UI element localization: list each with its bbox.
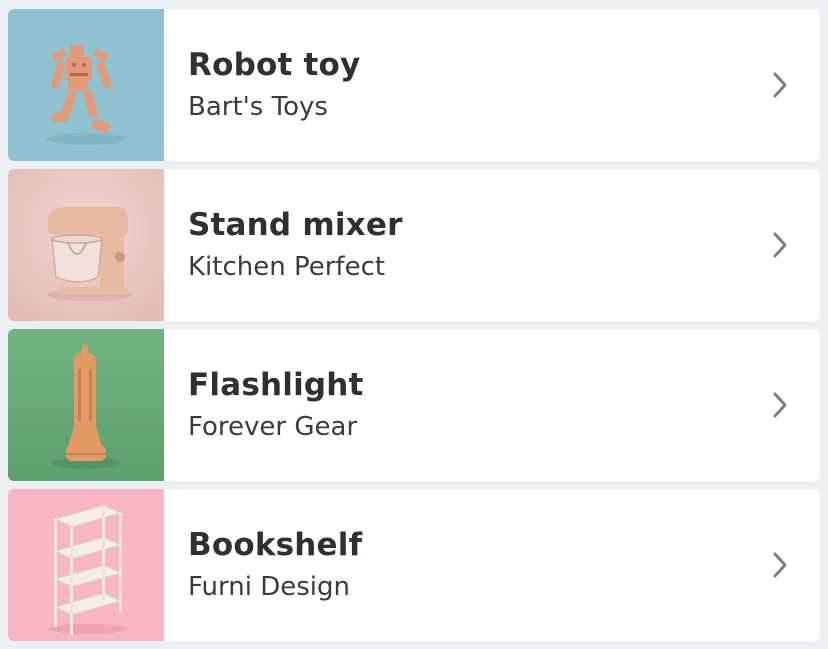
list-item-stand-mixer[interactable]: Stand mixer Kitchen Perfect — [8, 169, 820, 321]
item-text: Flashlight Forever Gear — [164, 366, 768, 444]
list-item-flashlight[interactable]: Flashlight Forever Gear — [8, 329, 820, 481]
stand-mixer-image — [8, 169, 164, 321]
robot-toy-image — [8, 9, 164, 161]
list-item-robot-toy[interactable]: Robot toy Bart's Toys — [8, 9, 820, 161]
item-vendor: Kitchen Perfect — [188, 252, 386, 282]
chevron-right-icon[interactable] — [768, 550, 792, 580]
item-text: Bookshelf Furni Design — [164, 526, 768, 604]
item-vendor: Bart's Toys — [188, 92, 328, 122]
bookshelf-image — [8, 489, 164, 641]
item-title: Robot toy — [188, 47, 361, 83]
list-item-bookshelf[interactable]: Bookshelf Furni Design — [8, 489, 820, 641]
item-vendor: Furni Design — [188, 572, 350, 602]
item-title: Stand mixer — [188, 207, 403, 243]
item-title: Bookshelf — [188, 527, 363, 563]
item-title: Flashlight — [188, 367, 364, 403]
chevron-right-icon[interactable] — [768, 390, 792, 420]
item-vendor: Forever Gear — [188, 412, 358, 442]
item-text: Robot toy Bart's Toys — [164, 46, 768, 124]
item-text: Stand mixer Kitchen Perfect — [164, 206, 768, 284]
flashlight-image — [8, 329, 164, 481]
chevron-right-icon[interactable] — [768, 230, 792, 260]
product-list: Robot toy Bart's Toys Stand mixer Kitche… — [0, 0, 828, 649]
chevron-right-icon[interactable] — [768, 70, 792, 100]
